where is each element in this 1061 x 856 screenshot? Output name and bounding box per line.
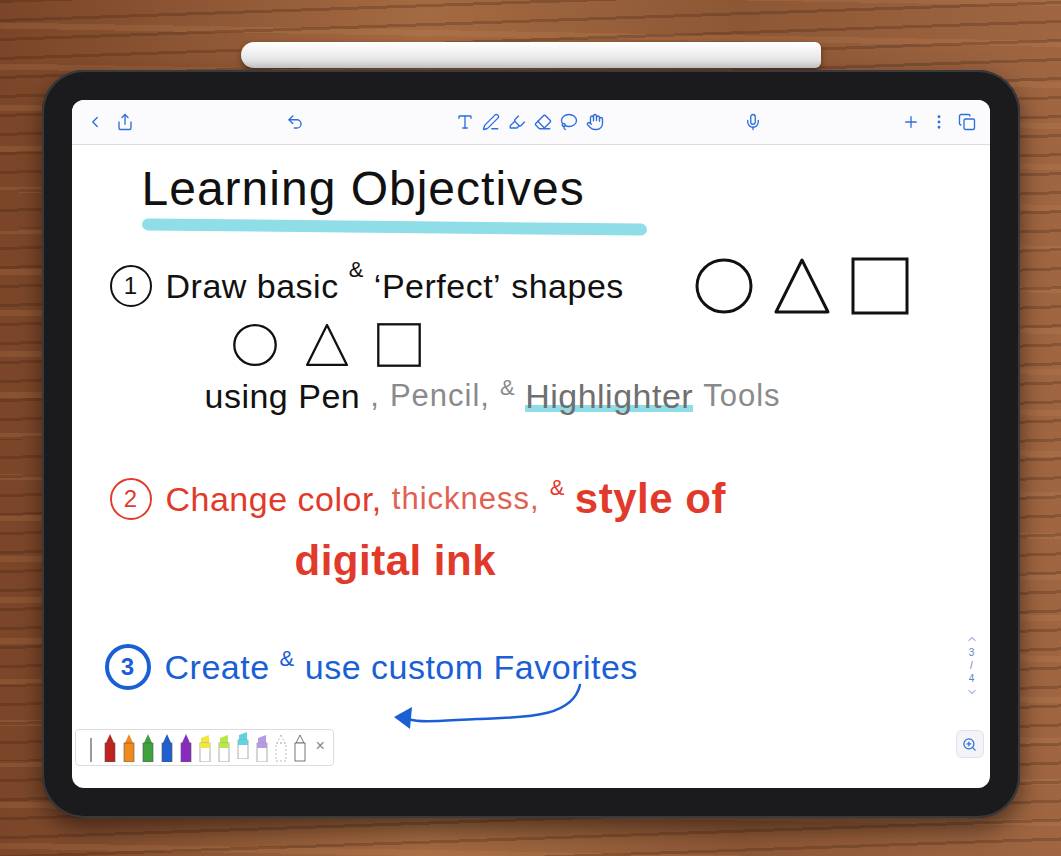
objective-number: 1 [110, 265, 152, 307]
total-pages: 4 [969, 673, 975, 684]
pen-tool-icon[interactable] [482, 113, 500, 131]
objective: 2 Change color, thickness,&style of digital… [72, 471, 990, 587]
highlighter-tool-icon[interactable] [508, 113, 526, 131]
pen-favorite-icon[interactable] [103, 734, 117, 762]
dashed-favorite-icon[interactable] [274, 734, 288, 762]
ink-text[interactable]: Tools [703, 378, 780, 414]
close-favorites-button[interactable]: × [316, 737, 325, 755]
ink-text[interactable]: & [280, 642, 295, 672]
objective: 3 Create&use custom Favorites [72, 642, 990, 692]
objective-line: 3 Create&use custom Favorites [72, 642, 990, 692]
microphone-icon[interactable] [744, 113, 762, 131]
highlighter-favorite-icon[interactable] [255, 734, 269, 762]
ink-text[interactable]: ‘Perfect’ [374, 267, 501, 306]
back-icon[interactable] [86, 113, 104, 131]
page-separator: / [970, 660, 973, 671]
highlighter-favorite-icon[interactable] [236, 731, 250, 759]
ink-text[interactable]: Pencil, [390, 378, 490, 414]
objective-line: 1 Draw basic&‘Perfect’ shapes [72, 253, 990, 319]
add-icon[interactable] [902, 113, 920, 131]
arrow-drawing[interactable] [72, 145, 988, 788]
ink-text[interactable]: digital ink [295, 537, 497, 585]
ink-text[interactable]: & [550, 471, 565, 501]
undo-icon[interactable] [286, 113, 304, 131]
zoom-button[interactable] [956, 730, 984, 758]
triangle-shape[interactable] [772, 256, 832, 316]
zoom-icon[interactable] [962, 737, 977, 752]
triangle-shape[interactable] [304, 322, 350, 368]
pen-favorite-icon[interactable] [122, 734, 136, 762]
square-shape[interactable] [850, 256, 910, 316]
ink-text[interactable]: Highlighter [525, 377, 693, 416]
highlighter-favorite-icon[interactable] [198, 734, 212, 762]
ink-text[interactable]: thickness, [392, 481, 540, 517]
pen-favorite-icon[interactable] [160, 734, 174, 762]
note-title: Learning Objectives [142, 159, 585, 219]
objective-line: 2 Change color, thickness,&style of [72, 471, 990, 527]
eraser-tool-icon[interactable] [534, 113, 552, 131]
shape-group [694, 256, 910, 316]
circle-shape[interactable] [232, 322, 278, 368]
ink-text[interactable]: Draw basic [166, 267, 339, 306]
shape-group [232, 322, 422, 368]
note-canvas[interactable]: Learning Objectives1Draw basic&‘Perfect’… [72, 145, 990, 788]
lasso-tool-icon[interactable] [560, 113, 578, 131]
ink-text[interactable]: Create [165, 648, 270, 687]
objective-line: usingPen, Pencil,&Highlighter Tools [72, 371, 990, 421]
objective-line: digital ink [72, 535, 990, 587]
circle-shape[interactable] [694, 256, 754, 316]
ink-text[interactable]: & [500, 371, 515, 401]
toolbar [72, 100, 990, 145]
highlighter-favorite-icon[interactable] [217, 734, 231, 762]
outline-favorite-icon[interactable] [293, 734, 307, 762]
ink-text[interactable]: style of [575, 475, 726, 523]
share-icon[interactable] [116, 113, 134, 131]
ink-text[interactable]: use custom Favorites [305, 648, 638, 687]
ink-text[interactable]: Change color, [166, 480, 382, 519]
objective-number: 3 [105, 644, 151, 690]
pages-icon[interactable] [958, 113, 976, 131]
square-shape[interactable] [376, 322, 422, 368]
ink-text[interactable]: Pen [298, 377, 360, 416]
pen-favorite-icon[interactable] [179, 734, 193, 762]
stylus [241, 42, 821, 68]
objective: 1Draw basic&‘Perfect’shapesusingPen,Penc… [72, 253, 990, 421]
objective-line [72, 319, 990, 371]
tablet: Learning Objectives1Draw basic&‘Perfect’… [42, 70, 1020, 818]
objective-number: 2 [110, 478, 152, 520]
current-page: 3 [969, 647, 975, 658]
text-tool-icon[interactable] [456, 113, 474, 131]
more-icon[interactable] [930, 113, 948, 131]
ink-text[interactable]: & [349, 253, 364, 283]
ink-text[interactable]: , [370, 378, 380, 414]
favorites-bar: × [75, 729, 334, 766]
title-block: Learning Objectives [72, 159, 990, 233]
pen-favorite-icon[interactable] [141, 734, 155, 762]
next-page-icon[interactable] [966, 686, 978, 698]
ink-text[interactable]: using [205, 377, 289, 416]
screen: Learning Objectives1Draw basic&‘Perfect’… [72, 100, 990, 788]
desk: Learning Objectives1Draw basic&‘Perfect’… [0, 0, 1061, 818]
thin-favorite-icon[interactable] [84, 734, 98, 762]
title-highlight [141, 218, 646, 235]
ink-text[interactable]: shapes [511, 267, 624, 306]
previous-page-icon[interactable] [966, 633, 978, 645]
hand-tool-icon[interactable] [586, 113, 604, 131]
page-indicator[interactable]: 3 / 4 [964, 633, 980, 698]
